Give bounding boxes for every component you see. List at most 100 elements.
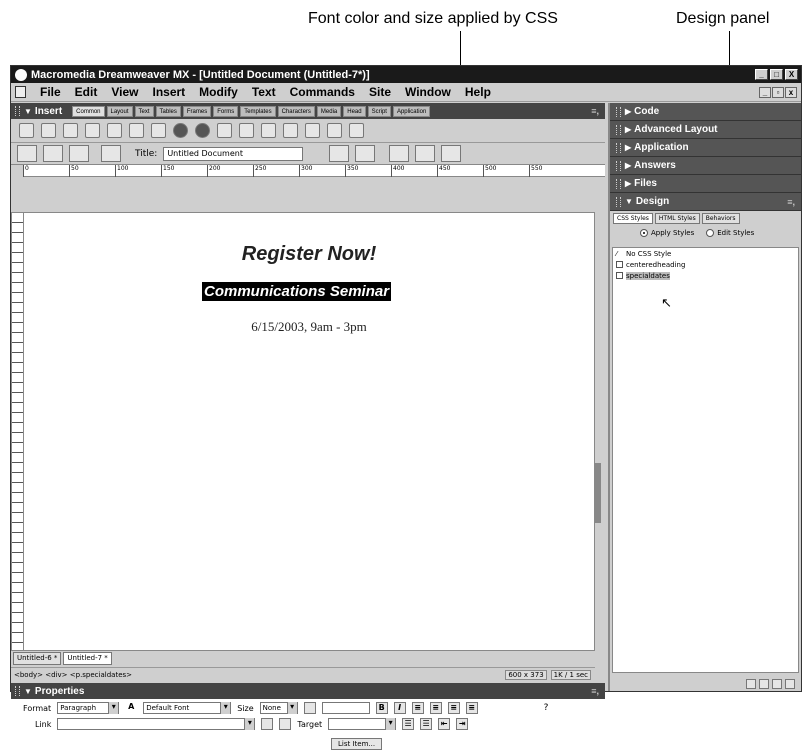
ordered-list-button[interactable]: ☰: [420, 718, 433, 730]
apply-styles-radio[interactable]: Apply Styles: [640, 229, 694, 237]
indent-button[interactable]: ⇥: [456, 718, 469, 730]
attach-style-icon[interactable]: [746, 679, 756, 689]
menu-insert[interactable]: Insert: [152, 85, 185, 99]
style-item-centeredheading[interactable]: centeredheading: [613, 259, 798, 270]
align-left-button[interactable]: ≡: [411, 702, 424, 714]
window-size[interactable]: 600 x 373: [505, 669, 547, 680]
new-style-icon[interactable]: [759, 679, 769, 689]
doc-close-button[interactable]: x: [785, 86, 797, 98]
tab-css-styles[interactable]: CSS Styles: [613, 213, 653, 224]
insert-tab-application[interactable]: Application: [392, 105, 431, 117]
insert-tab-characters[interactable]: Characters: [277, 105, 315, 117]
insert-tab-templates[interactable]: Templates: [240, 105, 276, 117]
panel-code[interactable]: ▶ Code: [610, 103, 801, 121]
grip-icon[interactable]: [616, 160, 621, 171]
grip-icon[interactable]: [15, 106, 20, 116]
style-item-specialdates[interactable]: specialdates: [613, 270, 798, 281]
menu-help[interactable]: Help: [465, 85, 491, 99]
flash-icon[interactable]: [195, 123, 210, 138]
file-management-button[interactable]: [329, 145, 350, 162]
insert-tab-common[interactable]: Common: [72, 105, 105, 117]
seminar-heading[interactable]: Communications Seminar: [202, 282, 392, 301]
grip-icon[interactable]: [616, 178, 621, 189]
format-select[interactable]: Paragraph: [57, 702, 120, 714]
panel-options-icon[interactable]: ≡,: [591, 106, 605, 116]
menu-window[interactable]: Window: [405, 85, 451, 99]
grip-icon[interactable]: [616, 196, 621, 207]
tag-chooser-icon[interactable]: [349, 123, 364, 138]
properties-header[interactable]: ▼ Properties ≡,: [11, 683, 605, 699]
tag-selector[interactable]: <body> <div> <p.specialdates>: [14, 671, 132, 679]
style-item-no-css[interactable]: ⁄ No CSS Style: [613, 248, 798, 259]
document-icon[interactable]: [15, 86, 26, 98]
align-right-button[interactable]: ≡: [447, 702, 460, 714]
font-select[interactable]: Default Font: [143, 702, 232, 714]
image-placeholder-icon[interactable]: [151, 123, 166, 138]
help-icon[interactable]: ?: [544, 703, 549, 713]
insert-tab-head[interactable]: Head: [343, 105, 366, 117]
doc-tab-untitled-7[interactable]: Untitled-7 *: [63, 652, 112, 665]
delete-style-icon[interactable]: [785, 679, 795, 689]
insert-tab-forms[interactable]: Forms: [213, 105, 239, 117]
insert-tab-frames[interactable]: Frames: [182, 105, 212, 117]
panel-advanced-layout[interactable]: ▶ Advanced Layout: [610, 121, 801, 139]
insert-tab-layout[interactable]: Layout: [106, 105, 133, 117]
register-heading[interactable]: Register Now!: [24, 243, 594, 266]
email-link-icon[interactable]: [41, 123, 56, 138]
split-view-button[interactable]: [43, 145, 63, 162]
rollover-image-icon[interactable]: [217, 123, 232, 138]
list-item-button[interactable]: List Item...: [331, 738, 383, 750]
menu-file[interactable]: File: [40, 85, 61, 99]
tabular-data-icon[interactable]: [305, 123, 320, 138]
size-select[interactable]: None: [259, 702, 298, 714]
browse-folder-icon[interactable]: [279, 718, 292, 730]
panel-files[interactable]: ▶ Files: [610, 175, 801, 193]
fireworks-html-icon[interactable]: [173, 123, 188, 138]
panel-splitter[interactable]: [595, 463, 601, 523]
panel-options-icon[interactable]: ≡,: [591, 686, 605, 696]
panel-answers[interactable]: ▶ Answers: [610, 157, 801, 175]
bold-button[interactable]: B: [375, 702, 388, 714]
link-input[interactable]: [57, 718, 256, 730]
grip-icon[interactable]: [616, 106, 621, 117]
insert-tab-media[interactable]: Media: [316, 105, 342, 117]
grip-icon[interactable]: [15, 686, 20, 696]
tab-html-styles[interactable]: HTML Styles: [654, 213, 700, 224]
point-to-file-icon[interactable]: [261, 718, 274, 730]
page-content[interactable]: Register Now! Communications Seminar 6/1…: [24, 213, 594, 650]
menu-edit[interactable]: Edit: [75, 85, 98, 99]
code-nav-button[interactable]: [415, 145, 436, 162]
layer-icon[interactable]: [107, 123, 122, 138]
maximize-button[interactable]: □: [770, 69, 783, 80]
table-icon[interactable]: [85, 123, 100, 138]
doc-tab-untitled-6[interactable]: Untitled-6 *: [13, 652, 62, 665]
italic-button[interactable]: I: [393, 702, 406, 714]
document-canvas[interactable]: Register Now! Communications Seminar 6/1…: [11, 212, 595, 651]
preview-browser-button[interactable]: [355, 145, 376, 162]
image-icon[interactable]: [129, 123, 144, 138]
horizontal-rule-icon[interactable]: [261, 123, 276, 138]
color-swatch[interactable]: [303, 702, 316, 714]
insert-tab-script[interactable]: Script: [367, 105, 391, 117]
title-input[interactable]: Untitled Document: [163, 146, 304, 161]
unordered-list-button[interactable]: ☰: [402, 718, 415, 730]
insert-panel-header[interactable]: ▼ Insert Common Layout Text Tables Frame…: [11, 103, 605, 119]
doc-restore-button[interactable]: ▫: [772, 86, 784, 98]
menu-modify[interactable]: Modify: [199, 85, 238, 99]
design-view-button[interactable]: [69, 145, 89, 162]
hyperlink-icon[interactable]: [19, 123, 34, 138]
minimize-button[interactable]: _: [755, 69, 768, 80]
code-view-button[interactable]: [17, 145, 37, 162]
edit-styles-radio[interactable]: Edit Styles: [706, 229, 754, 237]
grip-icon[interactable]: [616, 142, 621, 153]
insert-tab-tables[interactable]: Tables: [155, 105, 181, 117]
target-select[interactable]: [328, 718, 397, 730]
comment-icon[interactable]: [327, 123, 342, 138]
anchor-icon[interactable]: [63, 123, 78, 138]
tab-behaviors[interactable]: Behaviors: [701, 213, 740, 224]
menu-site[interactable]: Site: [369, 85, 391, 99]
justify-button[interactable]: ≡: [465, 702, 478, 714]
align-center-button[interactable]: ≡: [429, 702, 442, 714]
seminar-date[interactable]: 6/15/2003, 9am - 3pm: [24, 319, 594, 335]
date-icon[interactable]: [283, 123, 298, 138]
